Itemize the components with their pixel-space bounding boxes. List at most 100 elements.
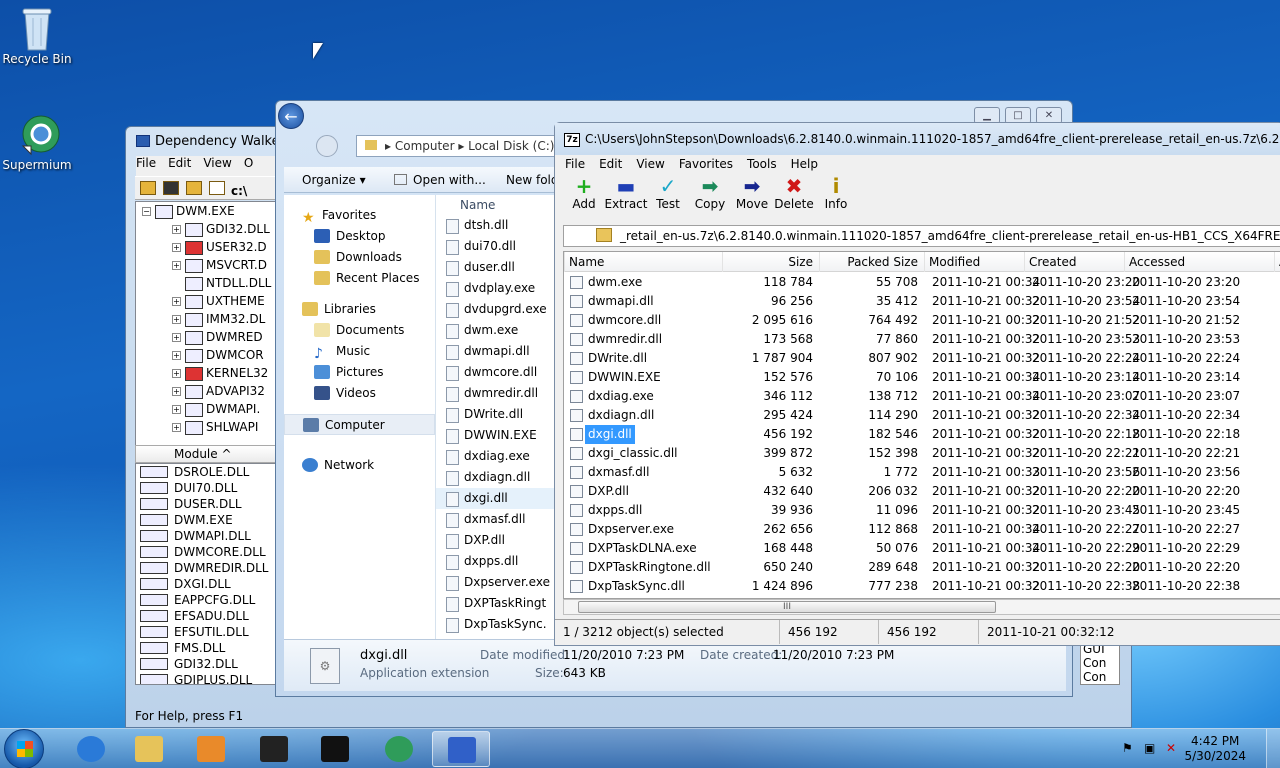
desktop-icon-recycle-bin[interactable]: Recycle Bin [0, 6, 74, 66]
file-list[interactable]: Name dtsh.dll dui70.dll duser.dll dvdplay.e… [436, 195, 556, 639]
archive-file-row[interactable]: dwm.exe 118 784 55 708 2011-10-21 00:34 2011… [564, 273, 1280, 292]
back-button[interactable]: ← [278, 103, 304, 129]
address-bar[interactable]: _retail_en-us.7z\6.2.8140.0.winmain.1110… [563, 225, 1280, 247]
collapse-icon[interactable]: − [142, 207, 151, 216]
new-folder-button[interactable]: New fold [506, 167, 559, 193]
file-list-item[interactable]: dxpps.dll [436, 551, 556, 572]
module-list-row[interactable]: DUSER.DLL [136, 496, 275, 512]
save-icon[interactable] [163, 181, 179, 195]
menu-options[interactable]: O [244, 156, 253, 170]
column-header[interactable]: Accessed [1124, 252, 1274, 272]
expand-icon[interactable]: + [172, 369, 181, 378]
file-list-item[interactable]: DXP.dll [436, 530, 556, 551]
tree-node[interactable]: + MSVCRT.D [136, 256, 275, 274]
breadcrumb-local-disk[interactable]: Local Disk (C:) [468, 139, 554, 153]
path-button[interactable]: c:\ [231, 184, 247, 198]
column-header[interactable]: Packed Size [819, 252, 924, 272]
nav-music[interactable]: ♪ Music [284, 341, 435, 362]
menu-help[interactable]: Help [791, 157, 818, 171]
expand-icon[interactable]: + [172, 351, 181, 360]
forward-button[interactable] [316, 135, 338, 157]
module-list-row[interactable]: DWMREDIR.DLL [136, 560, 275, 576]
menu-edit[interactable]: Edit [168, 156, 191, 170]
expand-icon[interactable]: + [172, 297, 181, 306]
expand-icon[interactable]: + [172, 423, 181, 432]
nav-libraries[interactable]: Libraries [284, 299, 435, 320]
file-list-item[interactable]: duser.dll [436, 257, 556, 278]
archive-file-row[interactable]: dxpps.dll 39 936 11 096 2011-10-21 00:32 201… [564, 501, 1280, 520]
name-column-header[interactable]: Name [436, 195, 556, 215]
nav-network[interactable]: Network [284, 455, 435, 476]
tree-node[interactable]: + USER32.D [136, 238, 275, 256]
nav-recent-places[interactable]: Recent Places [284, 268, 435, 289]
expand-icon[interactable]: + [172, 315, 181, 324]
menu-view[interactable]: View [203, 156, 231, 170]
expand-icon[interactable]: + [172, 405, 181, 414]
file-list-item[interactable]: dxdiag.exe [436, 446, 556, 467]
expand-icon[interactable]: + [172, 333, 181, 342]
tree-node[interactable]: + DWMAPI. [136, 400, 275, 418]
start-button[interactable] [4, 729, 44, 768]
open-icon[interactable] [140, 181, 156, 195]
taskbar-7-zip[interactable] [245, 731, 303, 767]
file-list-item[interactable]: dxmasf.dll [436, 509, 556, 530]
taskbar-supermium[interactable] [370, 731, 428, 767]
file-list-item[interactable]: DWWIN.EXE [436, 425, 556, 446]
horizontal-scrollbar[interactable]: III [563, 599, 1280, 615]
expand-icon[interactable]: + [172, 243, 181, 252]
toolbar-info-button[interactable]: i Info [809, 175, 863, 211]
column-header[interactable]: Modified [924, 252, 1024, 272]
archive-file-row[interactable]: DXP.dll 432 640 206 032 2011-10-21 00:32 201… [564, 482, 1280, 501]
archive-file-row[interactable]: DXPTaskDLNA.exe 168 448 50 076 2011-10-21 0… [564, 539, 1280, 558]
archive-file-row[interactable]: dwmapi.dll 96 256 35 412 2011-10-21 00:32 20… [564, 292, 1280, 311]
archive-file-row[interactable]: dxdiag.exe 346 112 138 712 2011-10-21 00:34… [564, 387, 1280, 406]
taskbar-internet-explorer[interactable] [62, 731, 120, 767]
nav-pictures[interactable]: Pictures [284, 362, 435, 383]
address-bar[interactable]: ▸ Computer ▸ Local Disk (C:) [356, 135, 566, 157]
tree-node[interactable]: + KERNEL32 [136, 364, 275, 382]
breadcrumb-computer[interactable]: Computer [395, 139, 455, 153]
archive-file-list[interactable]: Name Size Packed Size Modified Created Access… [563, 251, 1280, 599]
module-list-row[interactable]: DWMCORE.DLL [136, 544, 275, 560]
archive-file-row[interactable]: dxgi.dll 456 192 182 546 2011-10-21 00:32 20… [564, 425, 1280, 444]
file-list-item[interactable]: dwmapi.dll [436, 341, 556, 362]
nav-computer[interactable]: Computer [284, 414, 435, 435]
expand-icon[interactable]: + [172, 225, 181, 234]
archive-file-row[interactable]: DWWIN.EXE 152 576 70 106 2011-10-21 00:34 20… [564, 368, 1280, 387]
menu-view[interactable]: View [636, 157, 664, 171]
nav-downloads[interactable]: Downloads [284, 247, 435, 268]
nav-desktop[interactable]: Desktop [284, 226, 435, 247]
taskbar-dependency-walker[interactable] [432, 731, 490, 767]
open-with-button[interactable]: Open with... [394, 167, 486, 193]
file-list-item[interactable]: dxgi.dll [436, 488, 556, 509]
archive-file-row[interactable]: dxmasf.dll 5 632 1 772 2011-10-21 00:33 2011… [564, 463, 1280, 482]
file-list-item[interactable]: dwmcore.dll [436, 362, 556, 383]
module-list-row[interactable]: EAPPCFG.DLL [136, 592, 275, 608]
archive-file-row[interactable]: dxgi_classic.dll 399 872 152 398 2011-10-21… [564, 444, 1280, 463]
tree-node[interactable]: + UXTHEME [136, 292, 275, 310]
module-list-row[interactable]: EFSADU.DLL [136, 608, 275, 624]
tree-node[interactable]: + DWMCOR [136, 346, 275, 364]
tree-node[interactable]: + ADVAPI32 [136, 382, 275, 400]
taskbar-file-explorer[interactable] [120, 731, 178, 767]
network-icon[interactable]: ▣ [1144, 741, 1158, 755]
archive-file-row[interactable]: Dxpserver.exe 262 656 112 868 2011-10-21 00… [564, 520, 1280, 539]
column-header[interactable]: Att [1274, 252, 1280, 272]
archive-file-row[interactable]: dwmcore.dll 2 095 616 764 492 2011-10-21 00… [564, 311, 1280, 330]
organize-button[interactable]: Organize ▾ [302, 167, 366, 193]
action-center-flag-icon[interactable]: ⚑ [1122, 741, 1136, 755]
menu-tools[interactable]: Tools [747, 157, 777, 171]
nav-favorites[interactable]: ★ Favorites [284, 205, 435, 226]
clock[interactable]: 4:42 PM 5/30/2024 [1184, 734, 1246, 764]
menu-favorites[interactable]: Favorites [679, 157, 733, 171]
file-list-item[interactable]: DxpTaskSync. [436, 614, 556, 635]
full-paths-icon[interactable] [209, 181, 225, 195]
expand-icon[interactable]: + [172, 261, 181, 270]
file-list-item[interactable]: dvdupgrd.exe [436, 299, 556, 320]
file-list-item[interactable]: dui70.dll [436, 236, 556, 257]
module-list-row[interactable]: DWM.EXE [136, 512, 275, 528]
tree-node[interactable]: NTDLL.DLL [136, 274, 275, 292]
module-list-row[interactable]: DUI70.DLL [136, 480, 275, 496]
module-list-row[interactable]: DXGI.DLL [136, 576, 275, 592]
column-header[interactable]: Size [722, 252, 819, 272]
